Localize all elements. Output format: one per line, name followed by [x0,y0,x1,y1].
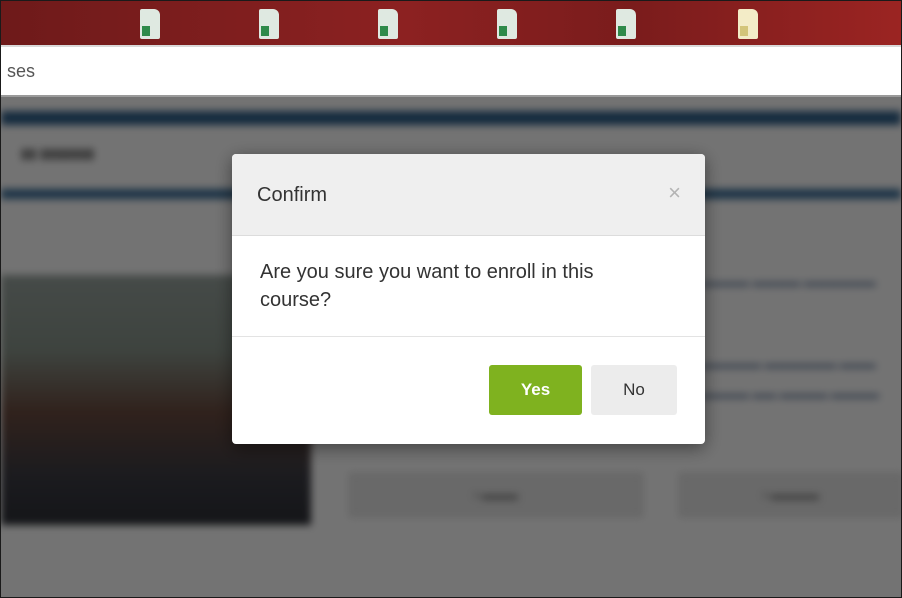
desktop-background [1,1,901,45]
spreadsheet-file-icon[interactable] [616,9,636,39]
close-icon[interactable]: × [668,180,681,206]
dialog-message: Are you sure you want to enroll in this … [260,261,594,311]
address-bar-url[interactable]: ses [7,61,35,82]
address-bar[interactable]: ses [1,45,901,97]
spreadsheet-file-icon[interactable] [378,9,398,39]
dialog-title: Confirm [257,184,328,206]
spreadsheet-file-icon[interactable] [497,9,517,39]
yes-button[interactable]: Yes [489,365,582,415]
document-file-icon[interactable] [738,9,758,39]
spreadsheet-file-icon[interactable] [259,9,279,39]
dialog-body: Are you sure you want to enroll in this … [232,236,705,337]
screenshot-frame: ses ▮▮ ▮▮▮▮▮▮▮ ▬▬▬▬ ▬▬▬▬ ▬▬▬▬▬▬ ▬▬▬▬▬ ▬▬… [0,0,902,598]
dialog-header: Confirm × [232,154,705,236]
spreadsheet-file-icon[interactable] [140,9,160,39]
confirm-dialog: Confirm × Are you sure you want to enrol… [232,154,705,444]
no-button[interactable]: No [591,365,677,415]
